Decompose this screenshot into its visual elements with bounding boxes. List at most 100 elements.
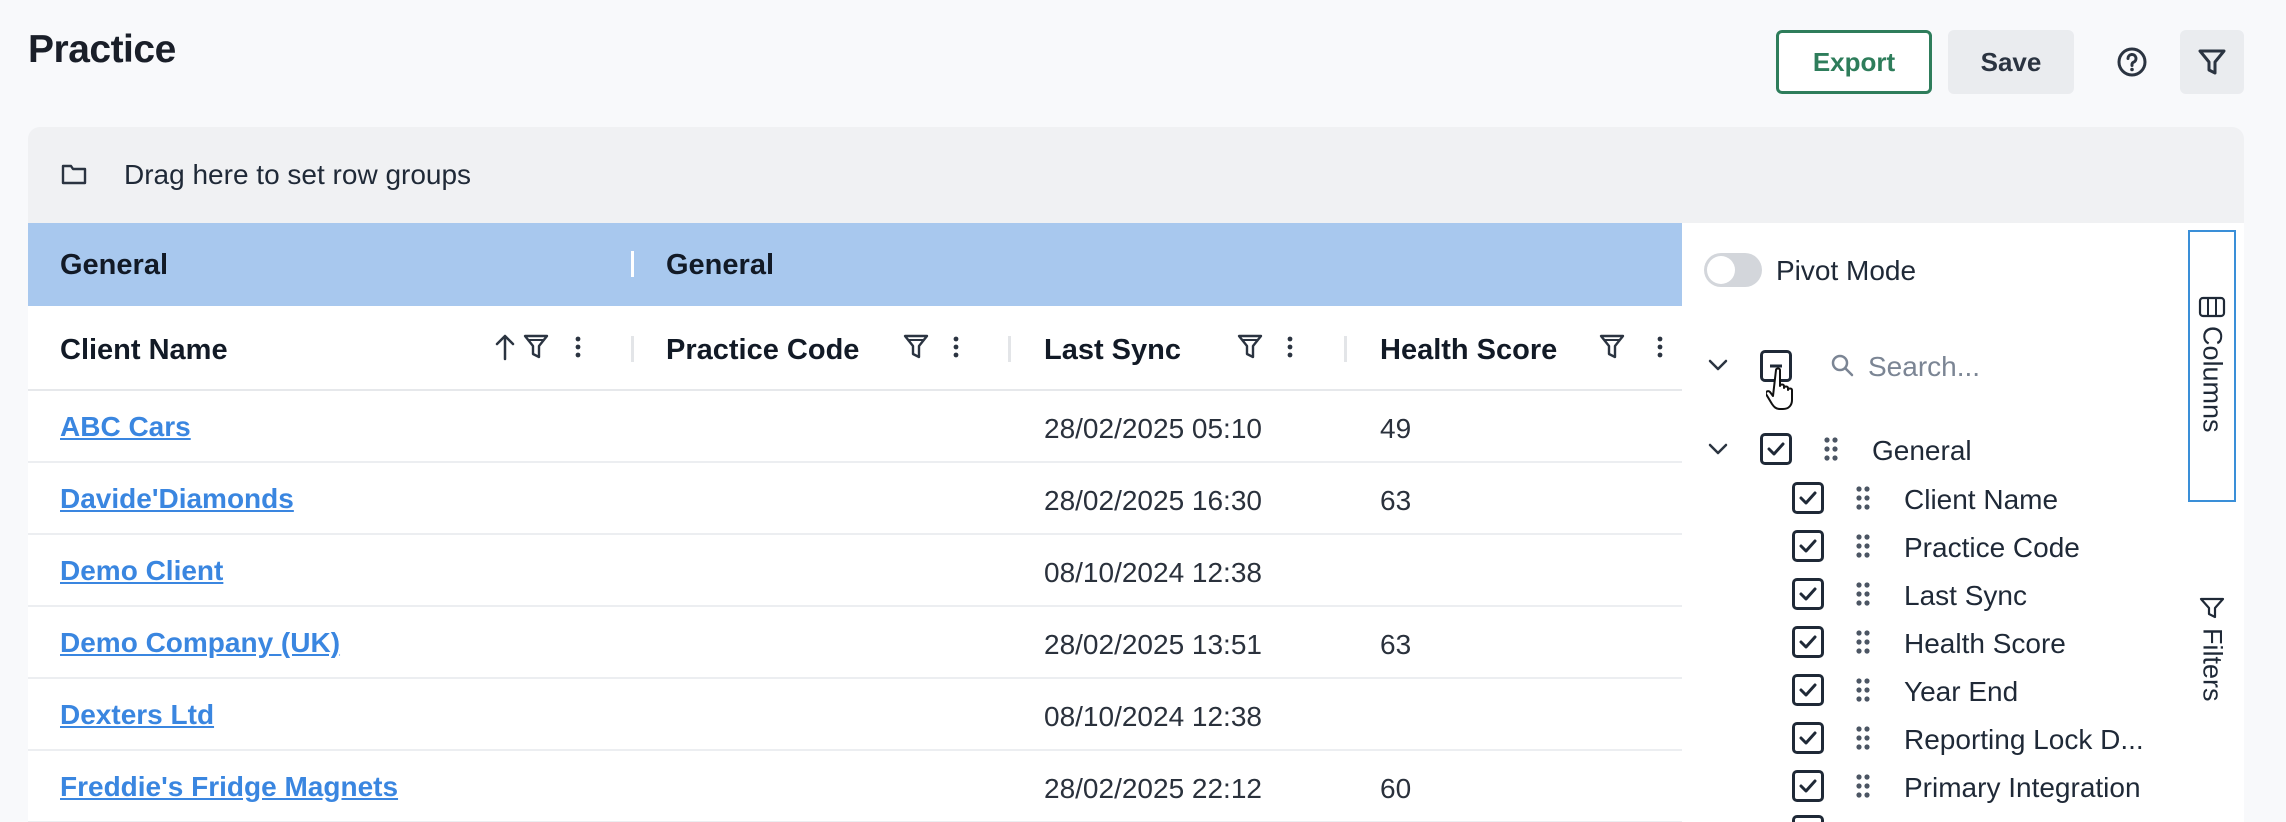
sort-ascending-icon[interactable]: [492, 332, 518, 362]
column-filter-icon[interactable]: [1236, 332, 1264, 362]
client-name-link[interactable]: Demo Client: [60, 555, 223, 587]
column-header-row: Client Name Practice Code Last Sync Heal…: [28, 306, 1682, 391]
column-header-practice-code[interactable]: Practice Code: [666, 334, 859, 367]
table-row[interactable]: Demo Company (UK) 28/02/2025 13:51 63: [28, 607, 1682, 679]
column-checkbox[interactable]: [1792, 674, 1824, 706]
column-checkbox[interactable]: [1792, 815, 1824, 822]
drag-handle-icon[interactable]: [1854, 532, 1872, 560]
pivot-mode-label: Pivot Mode: [1776, 255, 1917, 286]
drag-handle-icon[interactable]: [1854, 484, 1872, 512]
drag-handle-icon[interactable]: [1854, 724, 1872, 752]
column-menu-icon[interactable]: [1284, 332, 1296, 362]
client-name-link[interactable]: Demo Company (UK): [60, 627, 340, 659]
client-name-link[interactable]: Davide'Diamonds: [60, 483, 294, 515]
drag-handle-icon[interactable]: [1854, 628, 1872, 656]
column-menu-icon[interactable]: [950, 332, 962, 362]
search-icon: [1831, 354, 1854, 377]
column-group-header-row: General General: [28, 223, 1682, 306]
column-filter-icon[interactable]: [902, 332, 930, 362]
tab-columns-label: Columns: [2197, 326, 2228, 433]
client-name-link[interactable]: Dexters Ltd: [60, 699, 214, 731]
column-resize-handle[interactable]: [631, 336, 634, 362]
last-sync-cell: 28/02/2025 22:12: [1044, 773, 1262, 804]
chevron-down-icon[interactable]: [1706, 355, 1730, 375]
checkmark-icon: [1799, 587, 1817, 601]
client-name-link[interactable]: Freddie's Fridge Magnets: [60, 771, 398, 803]
health-score-cell: 63: [1380, 629, 1412, 660]
column-group-header: General: [666, 249, 774, 281]
row-group-label: Drag here to set row groups: [124, 159, 472, 190]
drag-handle-icon[interactable]: [1822, 435, 1840, 463]
column-item-label: Last Sync: [1904, 580, 2027, 611]
column-checkbox[interactable]: [1792, 578, 1824, 610]
column-filter-icon[interactable]: [1598, 332, 1626, 362]
column-header-health-score[interactable]: Health Score: [1380, 334, 1557, 367]
checkmark-icon: [1799, 491, 1817, 505]
export-button[interactable]: Export: [1776, 30, 1932, 94]
columns-icon: [2198, 296, 2226, 318]
column-filter-icon[interactable]: [522, 332, 550, 362]
column-checkbox[interactable]: [1792, 530, 1824, 562]
column-header-last-sync[interactable]: Last Sync: [1044, 334, 1181, 367]
table-row[interactable]: Davide'Diamonds 28/02/2025 16:30 63: [28, 463, 1682, 535]
chevron-down-icon[interactable]: [1706, 439, 1730, 459]
hand-cursor-icon: [1766, 367, 1793, 410]
help-button[interactable]: [2100, 30, 2164, 94]
last-sync-cell: 28/02/2025 13:51: [1044, 629, 1262, 660]
client-name-link[interactable]: ABC Cars: [60, 411, 191, 443]
table-row[interactable]: ABC Cars 28/02/2025 05:10 49: [28, 391, 1682, 463]
column-resize-handle[interactable]: [1344, 336, 1347, 362]
column-group-separator[interactable]: [631, 251, 634, 277]
last-sync-cell: 28/02/2025 16:30: [1044, 485, 1262, 516]
checkmark-icon: [1799, 731, 1817, 745]
drag-handle-icon[interactable]: [1854, 676, 1872, 704]
checkmark-icon: [1767, 442, 1785, 456]
column-checkbox[interactable]: [1792, 722, 1824, 754]
toggle-knob: [1707, 256, 1735, 284]
save-button[interactable]: Save: [1948, 30, 2074, 94]
column-item-label: Reporting Lock D...: [1904, 724, 2144, 755]
table-row[interactable]: Freddie's Fridge Magnets 28/02/2025 22:1…: [28, 751, 1682, 822]
checkmark-icon: [1799, 779, 1817, 793]
checkmark-icon: [1799, 683, 1817, 697]
help-icon: [2117, 47, 2147, 77]
health-score-cell: 63: [1380, 485, 1412, 516]
tab-columns[interactable]: Columns: [2188, 230, 2236, 502]
page-title: Practice: [28, 28, 176, 71]
last-sync-cell: 28/02/2025 05:10: [1044, 413, 1262, 444]
health-score-cell: 60: [1380, 773, 1412, 804]
checkmark-icon: [1799, 539, 1817, 553]
column-menu-icon[interactable]: [1654, 332, 1666, 362]
health-score-cell: 49: [1380, 413, 1412, 444]
column-checkbox[interactable]: [1792, 626, 1824, 658]
column-group-checkbox[interactable]: [1760, 433, 1792, 465]
column-group-label: General: [1872, 435, 1972, 466]
column-search-input[interactable]: [1868, 345, 2168, 389]
last-sync-cell: 08/10/2024 12:38: [1044, 701, 1262, 732]
filter-toggle-button[interactable]: [2180, 30, 2244, 94]
drag-handle-icon[interactable]: [1854, 580, 1872, 608]
column-header-client-name[interactable]: Client Name: [60, 334, 228, 367]
column-checkbox[interactable]: [1792, 482, 1824, 514]
tab-filters-label: Filters: [2197, 628, 2228, 702]
column-item-label: Health Score: [1904, 628, 2066, 659]
columns-tool-panel: Pivot Mode General Client Name Practice …: [1682, 223, 2244, 822]
column-menu-icon[interactable]: [572, 332, 584, 362]
column-checkbox[interactable]: [1792, 770, 1824, 802]
column-item-label: Client Name: [1904, 484, 2059, 515]
table-row[interactable]: Demo Client 08/10/2024 12:38: [28, 535, 1682, 607]
folder-icon: [61, 164, 87, 185]
column-item-label: Primary Integration: [1904, 772, 2141, 803]
filter-icon: [2199, 597, 2225, 619]
grid-body: ABC Cars 28/02/2025 05:10 49 Davide'Diam…: [28, 391, 1682, 822]
checkmark-icon: [1799, 635, 1817, 649]
tab-filters[interactable]: Filters: [2188, 590, 2236, 730]
column-item-label: Year End: [1904, 676, 2019, 707]
column-resize-handle[interactable]: [1008, 336, 1011, 362]
drag-handle-icon[interactable]: [1854, 772, 1872, 800]
row-group-drop-zone[interactable]: Drag here to set row groups: [28, 127, 2244, 223]
table-row[interactable]: Dexters Ltd 08/10/2024 12:38: [28, 679, 1682, 751]
last-sync-cell: 08/10/2024 12:38: [1044, 557, 1262, 588]
column-group-header: General: [60, 249, 168, 281]
pivot-mode-toggle[interactable]: [1704, 253, 1762, 287]
